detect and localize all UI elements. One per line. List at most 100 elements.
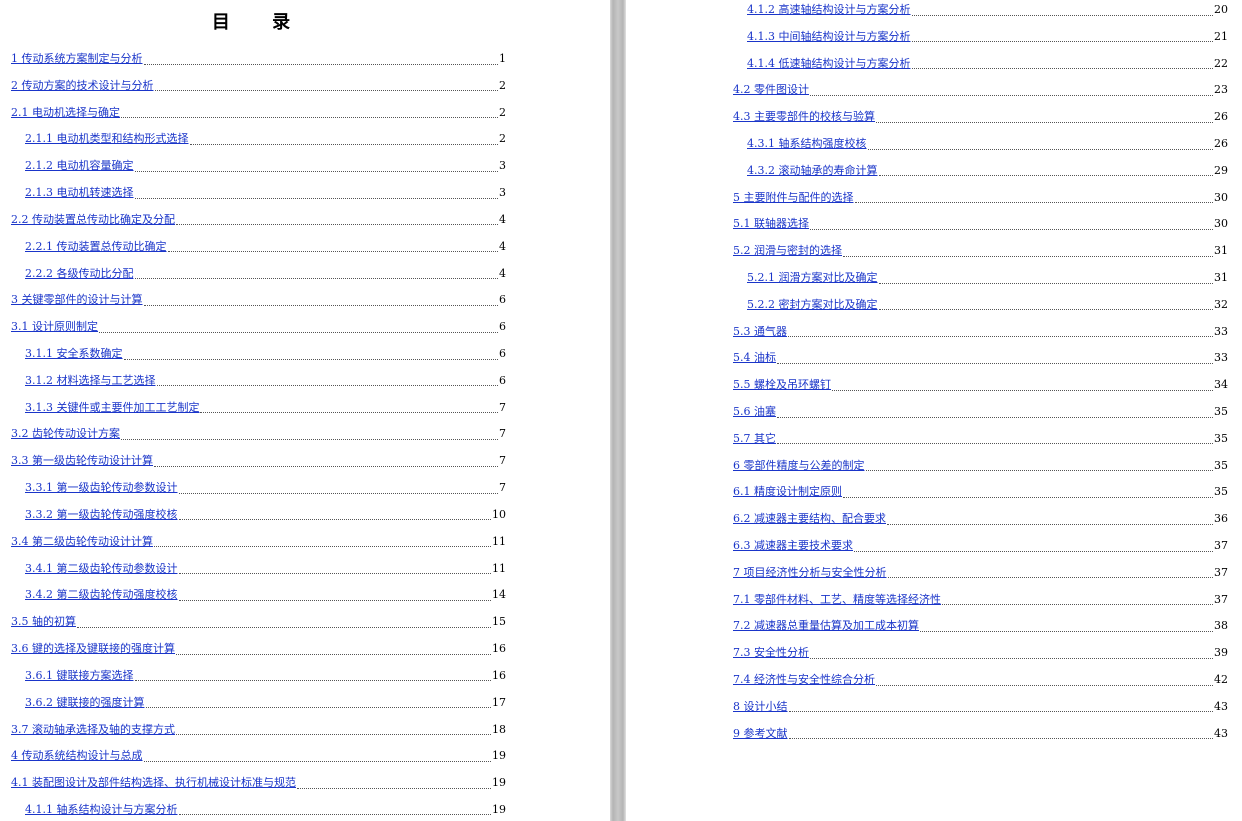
toc-entry[interactable]: 7 项目经济性分析与安全性分析 37: [733, 565, 1228, 581]
toc-entry[interactable]: 3.2 齿轮传动设计方案 7: [11, 426, 506, 442]
toc-entry-title[interactable]: 3.1.1 安全系数确定: [25, 346, 123, 362]
toc-entry-title[interactable]: 5.2.1 润滑方案对比及确定: [747, 270, 878, 286]
toc-entry-title[interactable]: 4.3.1 轴系结构强度校核: [747, 136, 867, 152]
toc-entry-title[interactable]: 4.1 装配图设计及部件结构选择、执行机械设计标准与规范: [11, 775, 296, 791]
toc-entry[interactable]: 4.2 零件图设计 23: [733, 82, 1228, 98]
toc-entry[interactable]: 3.5 轴的初算 15: [11, 614, 506, 630]
toc-entry[interactable]: 2.1.1 电动机类型和结构形式选择 2: [25, 131, 506, 147]
toc-entry-title[interactable]: 3.7 滚动轴承选择及轴的支撑方式: [11, 722, 175, 738]
toc-entry[interactable]: 5.2.2 密封方案对比及确定 32: [747, 297, 1228, 313]
toc-entry-title[interactable]: 5.6 油塞: [733, 404, 776, 420]
toc-entry-title[interactable]: 7.4 经济性与安全性综合分析: [733, 672, 875, 688]
toc-entry-title[interactable]: 3.6.2 键联接的强度计算: [25, 695, 145, 711]
toc-entry[interactable]: 2.2.1 传动装置总传动比确定 4: [25, 239, 506, 255]
toc-entry-title[interactable]: 6.3 减速器主要技术要求: [733, 538, 853, 554]
toc-entry[interactable]: 2.1.3 电动机转速选择 3: [25, 185, 506, 201]
toc-entry-title[interactable]: 3.1.3 关键件或主要件加工工艺制定: [25, 400, 199, 416]
toc-entry[interactable]: 5 主要附件与配件的选择 30: [733, 190, 1228, 206]
toc-entry-title[interactable]: 6.1 精度设计制定原则: [733, 484, 842, 500]
toc-entry-title[interactable]: 7 项目经济性分析与安全性分析: [733, 565, 887, 581]
toc-entry-title[interactable]: 3.3.2 第一级齿轮传动强度校核: [25, 507, 178, 523]
toc-entry[interactable]: 3.4 第二级齿轮传动设计计算 11: [11, 534, 506, 550]
toc-entry-title[interactable]: 4 传动系统结构设计与总成: [11, 748, 143, 764]
toc-entry[interactable]: 5.7 其它 35: [733, 431, 1228, 447]
toc-entry-title[interactable]: 3.6.1 键联接方案选择: [25, 668, 134, 684]
toc-entry[interactable]: 8 设计小结 43: [733, 699, 1228, 715]
toc-entry[interactable]: 3.1 设计原则制定 6: [11, 319, 506, 335]
toc-entry-title[interactable]: 3.2 齿轮传动设计方案: [11, 426, 120, 442]
toc-entry-title[interactable]: 7.2 减速器总重量估算及加工成本初算: [733, 618, 919, 634]
toc-entry-title[interactable]: 2.2.2 各级传动比分配: [25, 266, 134, 282]
toc-entry-title[interactable]: 5.4 油标: [733, 350, 776, 366]
toc-entry-title[interactable]: 3.4.2 第二级齿轮传动强度校核: [25, 587, 178, 603]
toc-entry[interactable]: 3.4.2 第二级齿轮传动强度校核 14: [25, 587, 506, 603]
toc-entry[interactable]: 7.3 安全性分析 39: [733, 645, 1228, 661]
toc-entry[interactable]: 5.2 润滑与密封的选择 31: [733, 243, 1228, 259]
toc-entry-title[interactable]: 4.1.2 高速轴结构设计与方案分析: [747, 2, 911, 18]
toc-entry[interactable]: 3.6.1 键联接方案选择 16: [25, 668, 506, 684]
toc-entry-title[interactable]: 5.5 螺栓及吊环螺钉: [733, 377, 831, 393]
toc-entry[interactable]: 6 零部件精度与公差的制定 35: [733, 458, 1228, 474]
toc-entry-title[interactable]: 3.4 第二级齿轮传动设计计算: [11, 534, 153, 550]
toc-entry-title[interactable]: 3.5 轴的初算: [11, 614, 76, 630]
toc-entry[interactable]: 2.2 传动装置总传动比确定及分配 4: [11, 212, 506, 228]
toc-entry[interactable]: 9 参考文献 43: [733, 726, 1228, 742]
toc-entry-title[interactable]: 3.4.1 第二级齿轮传动参数设计: [25, 561, 178, 577]
toc-entry-title[interactable]: 3.3.1 第一级齿轮传动参数设计: [25, 480, 178, 496]
toc-entry-title[interactable]: 2.2 传动装置总传动比确定及分配: [11, 212, 175, 228]
toc-entry-title[interactable]: 3.1 设计原则制定: [11, 319, 98, 335]
toc-entry[interactable]: 4.3.1 轴系结构强度校核 26: [747, 136, 1228, 152]
toc-entry-title[interactable]: 2.1 电动机选择与确定: [11, 105, 120, 121]
toc-entry-title[interactable]: 4.3 主要零部件的校核与验算: [733, 109, 875, 125]
toc-entry-title[interactable]: 6 零部件精度与公差的制定: [733, 458, 865, 474]
toc-entry-title[interactable]: 4.1.3 中间轴结构设计与方案分析: [747, 29, 911, 45]
toc-entry[interactable]: 3.4.1 第二级齿轮传动参数设计 11: [25, 561, 506, 577]
toc-entry[interactable]: 2.1 电动机选择与确定 2: [11, 105, 506, 121]
toc-entry-title[interactable]: 8 设计小结: [733, 699, 788, 715]
toc-entry[interactable]: 1 传动系统方案制定与分析 1: [11, 51, 506, 67]
toc-entry[interactable]: 4.1.4 低速轴结构设计与方案分析 22: [747, 56, 1228, 72]
toc-entry[interactable]: 7.2 减速器总重量估算及加工成本初算 38: [733, 618, 1228, 634]
toc-entry-title[interactable]: 5.2.2 密封方案对比及确定: [747, 297, 878, 313]
toc-entry[interactable]: 5.5 螺栓及吊环螺钉 34: [733, 377, 1228, 393]
toc-entry-title[interactable]: 4.2 零件图设计: [733, 82, 809, 98]
toc-entry-title[interactable]: 2.1.2 电动机容量确定: [25, 158, 134, 174]
toc-entry-title[interactable]: 5 主要附件与配件的选择: [733, 190, 854, 206]
toc-entry[interactable]: 4.3 主要零部件的校核与验算 26: [733, 109, 1228, 125]
toc-entry[interactable]: 4 传动系统结构设计与总成 19: [11, 748, 506, 764]
toc-entry-title[interactable]: 2.1.3 电动机转速选择: [25, 185, 134, 201]
toc-entry[interactable]: 5.1 联轴器选择 30: [733, 216, 1228, 232]
toc-entry-title[interactable]: 4.3.2 滚动轴承的寿命计算: [747, 163, 878, 179]
toc-entry[interactable]: 7.1 零部件材料、工艺、精度等选择经济性 37: [733, 592, 1228, 608]
toc-entry[interactable]: 6.3 减速器主要技术要求 37: [733, 538, 1228, 554]
toc-entry-title[interactable]: 7.1 零部件材料、工艺、精度等选择经济性: [733, 592, 941, 608]
toc-entry[interactable]: 3 关键零部件的设计与计算 6: [11, 292, 506, 308]
toc-entry[interactable]: 3.6.2 键联接的强度计算 17: [25, 695, 506, 711]
toc-entry[interactable]: 5.2.1 润滑方案对比及确定 31: [747, 270, 1228, 286]
toc-entry-title[interactable]: 2 传动方案的技术设计与分析: [11, 78, 154, 94]
toc-entry[interactable]: 3.7 滚动轴承选择及轴的支撑方式 18: [11, 722, 506, 738]
toc-entry-title[interactable]: 5.1 联轴器选择: [733, 216, 809, 232]
toc-entry[interactable]: 3.3.2 第一级齿轮传动强度校核 10: [25, 507, 506, 523]
toc-entry[interactable]: 3.6 键的选择及键联接的强度计算 16: [11, 641, 506, 657]
toc-entry[interactable]: 7.4 经济性与安全性综合分析 42: [733, 672, 1228, 688]
toc-entry[interactable]: 4.1 装配图设计及部件结构选择、执行机械设计标准与规范 19: [11, 775, 506, 791]
toc-entry[interactable]: 3.3 第一级齿轮传动设计计算 7: [11, 453, 506, 469]
toc-entry[interactable]: 4.1.2 高速轴结构设计与方案分析 20: [747, 2, 1228, 18]
toc-entry-title[interactable]: 6.2 减速器主要结构、配合要求: [733, 511, 886, 527]
toc-entry-title[interactable]: 9 参考文献: [733, 726, 788, 742]
toc-entry-title[interactable]: 2.2.1 传动装置总传动比确定: [25, 239, 167, 255]
toc-entry[interactable]: 4.3.2 滚动轴承的寿命计算 29: [747, 163, 1228, 179]
toc-entry-title[interactable]: 1 传动系统方案制定与分析: [11, 51, 143, 67]
toc-entry-title[interactable]: 7.3 安全性分析: [733, 645, 809, 661]
toc-entry[interactable]: 3.1.3 关键件或主要件加工工艺制定 7: [25, 400, 506, 416]
toc-entry-title[interactable]: 4.1.4 低速轴结构设计与方案分析: [747, 56, 911, 72]
toc-entry-title[interactable]: 2.1.1 电动机类型和结构形式选择: [25, 131, 189, 147]
toc-entry[interactable]: 5.3 通气器 33: [733, 324, 1228, 340]
toc-entry-title[interactable]: 3.1.2 材料选择与工艺选择: [25, 373, 156, 389]
toc-entry-title[interactable]: 3.6 键的选择及键联接的强度计算: [11, 641, 175, 657]
toc-entry[interactable]: 3.1.2 材料选择与工艺选择 6: [25, 373, 506, 389]
toc-entry[interactable]: 2.2.2 各级传动比分配 4: [25, 266, 506, 282]
toc-entry[interactable]: 5.4 油标 33: [733, 350, 1228, 366]
toc-entry[interactable]: 4.1.3 中间轴结构设计与方案分析 21: [747, 29, 1228, 45]
